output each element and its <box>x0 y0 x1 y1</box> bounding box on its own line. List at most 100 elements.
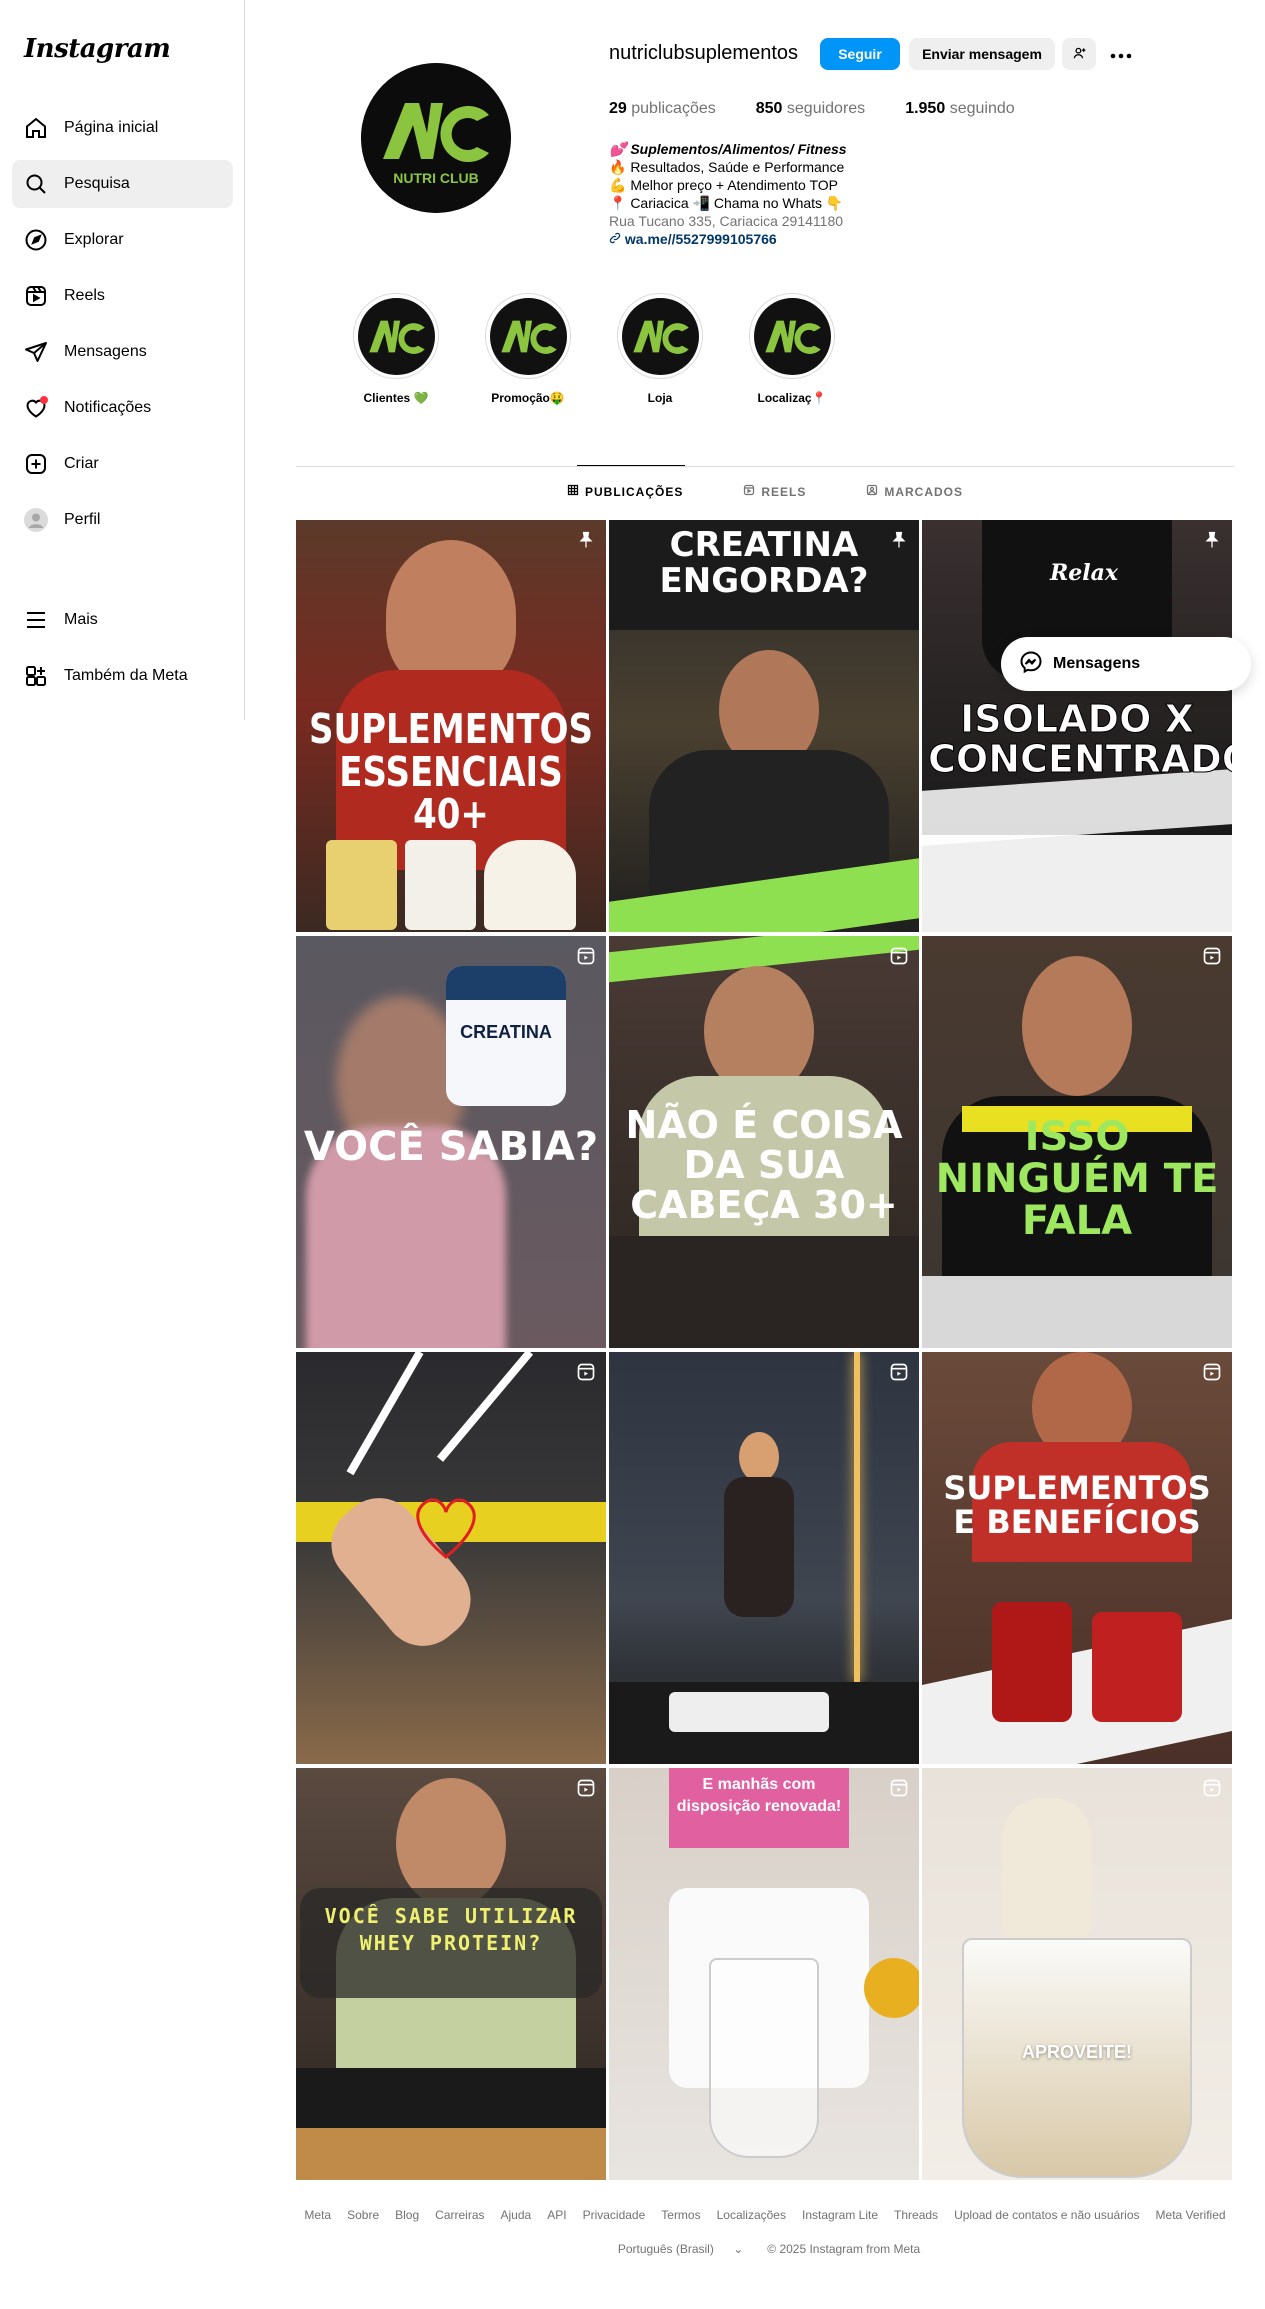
sidebar-item-search[interactable]: Pesquisa <box>12 160 233 208</box>
reel-icon <box>577 1363 595 1381</box>
highlight-label: Promoção🤑 <box>491 391 565 405</box>
sidebar-item-meta[interactable]: Também da Meta <box>12 652 233 700</box>
bio-address[interactable]: Rua Tucano 335, Cariacica 29141180 <box>609 212 847 230</box>
instagram-logo[interactable]: Instagram <box>24 34 171 64</box>
highlight-item[interactable]: Clientes 💚 <box>330 293 462 405</box>
following-count[interactable]: 1.950 seguindo <box>905 100 1014 118</box>
sidebar-item-label: Reels <box>64 287 105 304</box>
highlight-ring <box>485 293 571 379</box>
post-photo-outfit <box>724 1477 794 1617</box>
posts-count-label: publicações <box>631 100 716 117</box>
post-tile[interactable]: SUPLEMENTOS E BENEFÍCIOS <box>922 1352 1232 1764</box>
sidebar-item-label: Pesquisa <box>64 175 130 192</box>
post-tile[interactable]: SUPLEMENTOS ESSENCIAIS 40+ <box>296 520 606 932</box>
footer-link[interactable]: Sobre <box>347 2208 379 2222</box>
profile-bio: 💕 Suplementos/Alimentos/ Fitness 🔥 Resul… <box>609 140 847 248</box>
highlight-cover <box>621 297 699 375</box>
post-tile[interactable]: Relax ISOLADO X CONCENTRADO <box>922 520 1232 932</box>
footer-link[interactable]: Instagram Lite <box>802 2208 878 2222</box>
footer-link[interactable]: API <box>547 2208 566 2222</box>
send-message-button[interactable]: Enviar mensagem <box>909 38 1055 70</box>
grid-icon <box>567 484 579 499</box>
footer-link[interactable]: Threads <box>894 2208 938 2222</box>
footer-link[interactable]: Blog <box>395 2208 419 2222</box>
highlight-item[interactable]: Localizaç📍 <box>726 293 858 405</box>
post-title-text: E manhãs com disposição renovada! <box>676 1776 842 1815</box>
suggested-users-button[interactable] <box>1062 38 1096 70</box>
highlight-label: Loja <box>647 391 673 405</box>
sidebar-item-home[interactable]: Página inicial <box>12 104 233 152</box>
tab-posts[interactable]: PUBLICAÇÕES <box>567 484 683 499</box>
post-tile[interactable]: VOCÊ SABE UTILIZAR WHEY PROTEIN? <box>296 1768 606 2180</box>
home-icon <box>24 116 48 140</box>
footer-link[interactable]: Privacidade <box>583 2208 646 2222</box>
sidebar-item-label: Notificações <box>64 399 152 416</box>
post-led-strip <box>854 1352 860 1682</box>
profile-stats: 29 publicações 850 seguidores 1.950 segu… <box>609 100 1055 118</box>
sidebar-item-explore[interactable]: Explorar <box>12 216 233 264</box>
highlight-cover <box>753 297 831 375</box>
post-drip <box>1002 1798 1092 1958</box>
post-title-text: APROVEITE! <box>1021 2042 1132 2062</box>
profile-tabs: PUBLICAÇÕES REELS MARCADOS <box>296 484 1234 499</box>
footer-copyright: © 2025 Instagram from Meta <box>767 2242 921 2256</box>
post-tile[interactable]: E manhãs com disposição renovada! <box>609 1768 919 2180</box>
sidebar-item-more[interactable]: Mais <box>12 596 233 644</box>
footer-link[interactable]: Meta <box>304 2208 331 2222</box>
reels-icon <box>743 484 755 499</box>
profile-picture[interactable]: NUTRI CLUB <box>361 63 511 213</box>
followers-count[interactable]: 850 seguidores <box>756 100 865 118</box>
post-fruit <box>864 1958 919 2018</box>
story-highlights: Clientes 💚 Promoção🤑 Loja Localizaç📍 <box>330 293 858 405</box>
post-title-text: CREATINA ENGORDA? <box>659 525 869 601</box>
footer-link[interactable]: Termos <box>661 2208 700 2222</box>
highlight-item[interactable]: Promoção🤑 <box>462 293 594 405</box>
follow-button[interactable]: Seguir <box>820 38 900 70</box>
tagged-icon <box>866 484 878 499</box>
search-icon <box>24 172 48 196</box>
profile-pic-brand-text: NUTRI CLUB <box>393 170 479 186</box>
tab-label: MARCADOS <box>884 484 964 499</box>
sidebar-item-label: Mais <box>64 611 98 628</box>
messages-floating-button[interactable]: Mensagens <box>1001 637 1251 691</box>
more-options-button[interactable] <box>1104 38 1138 70</box>
language-select[interactable]: Português (Brasil) ⌄ <box>610 2242 751 2256</box>
footer-link[interactable]: Ajuda <box>501 2208 532 2222</box>
footer-link[interactable]: Carreiras <box>435 2208 484 2222</box>
menu-icon <box>24 608 48 632</box>
tab-label: PUBLICAÇÕES <box>584 484 684 499</box>
highlight-item[interactable]: Loja <box>594 293 726 405</box>
bio-link[interactable]: wa.me//5527999105766 <box>609 230 847 248</box>
tab-tagged[interactable]: MARCADOS <box>866 484 963 499</box>
post-tile[interactable]: CREATINA VOCÊ SABIA? <box>296 936 606 1348</box>
post-product-jar: CREATINA <box>446 966 566 1106</box>
post-tile[interactable]: APROVEITE! <box>922 1768 1232 2180</box>
footer-link[interactable]: Meta Verified <box>1156 2208 1226 2222</box>
footer-link[interactable]: Upload de contatos e não usuários <box>954 2208 1139 2222</box>
post-title-text: ISSO NINGUÉM TE FALA <box>935 1114 1219 1244</box>
sidebar-item-profile[interactable]: Perfil <box>12 496 233 544</box>
sidebar-item-notifications[interactable]: Notificações <box>12 384 233 432</box>
posts-grid: SUPLEMENTOS ESSENCIAIS 40+ CREATINA ENGO… <box>296 520 1233 2180</box>
post-shirt-text: Relax <box>1050 560 1119 586</box>
post-light-stripe <box>436 1352 534 1462</box>
sidebar-item-create[interactable]: Criar <box>12 440 233 488</box>
highlight-label: Clientes 💚 <box>363 391 429 405</box>
add-user-icon <box>1072 46 1086 63</box>
footer-bottom: Português (Brasil) ⌄ © 2025 Instagram fr… <box>296 2242 1234 2256</box>
sidebar-item-messages[interactable]: Mensagens <box>12 328 233 376</box>
post-title-text: ISOLADO X CONCENTRADO <box>928 697 1233 781</box>
post-tile[interactable] <box>609 1352 919 1764</box>
reel-icon <box>577 1779 595 1797</box>
pin-icon <box>579 531 593 548</box>
post-tile[interactable]: CREATINA ENGORDA? <box>609 520 919 932</box>
post-tile[interactable]: NÃO É COISA DA SUA CABEÇA 30+ <box>609 936 919 1348</box>
tab-reels[interactable]: REELS <box>743 484 806 499</box>
post-tile[interactable] <box>296 1352 606 1764</box>
sidebar-item-label: Perfil <box>64 511 101 528</box>
bio-line: 💪 Melhor preço + Atendimento TOP <box>609 177 838 193</box>
sidebar-item-reels[interactable]: Reels <box>12 272 233 320</box>
footer-link[interactable]: Localizações <box>717 2208 786 2222</box>
send-icon <box>24 340 48 364</box>
post-tile[interactable]: ISSO NINGUÉM TE FALA <box>922 936 1232 1348</box>
